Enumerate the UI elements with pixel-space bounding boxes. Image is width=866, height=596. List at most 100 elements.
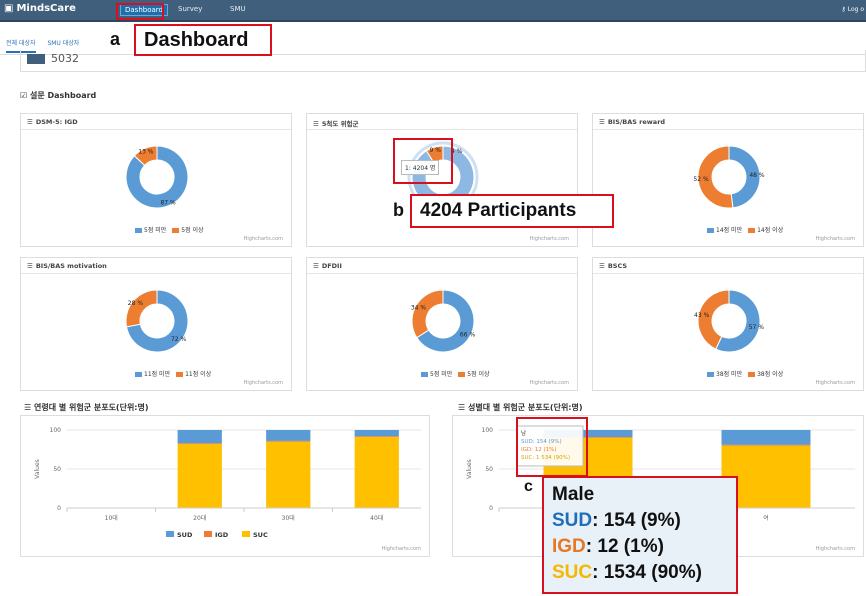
legend-item[interactable]: IGD: [215, 531, 229, 539]
y-axis-label: Values: [34, 459, 41, 479]
legend-item[interactable]: 5점 미만: [421, 371, 452, 378]
callout-c-key: SUD: [552, 510, 593, 531]
x-tick-label: 30대: [282, 514, 295, 522]
bar-suc[interactable]: [177, 444, 222, 508]
chart-credit: Highcharts.com: [529, 380, 569, 386]
callout-b-letter: b: [393, 200, 404, 220]
brand-logo[interactable]: ▣ MindsCare: [4, 3, 76, 14]
legend-item[interactable]: 11점 미만: [135, 371, 170, 378]
legend-swatch: [204, 531, 212, 537]
callout-a-letter: a: [110, 29, 121, 49]
legend-item[interactable]: 5점 이상: [172, 227, 204, 234]
callout-c-key: IGD: [552, 536, 586, 557]
total-count: 5032: [51, 52, 79, 65]
callout-c-key: SUC: [552, 562, 593, 583]
slice-label: 43 %: [694, 312, 710, 319]
legend-item[interactable]: 38점 이상: [748, 371, 783, 378]
nav-tab-survey[interactable]: Survey: [178, 5, 202, 13]
callout-c-highlight: [516, 417, 588, 477]
donut-panel: ☰ BIS/BAS motivation 72 % 28 % 11점 미만 11점 이상 H…: [20, 257, 292, 391]
callout-c-line: IGD: 12 (1%): [552, 534, 728, 560]
callout-c: Male SUD: 154 (9%) IGD: 12 (1%) SUC: 1534 …: [542, 476, 738, 594]
age-chart-title: ☰ 연령대 별 위험군 분포도(단위:명): [24, 403, 149, 412]
donut-slice[interactable]: [411, 289, 444, 339]
bar-sud[interactable]: [721, 430, 811, 445]
legend-swatch: [242, 531, 250, 537]
callout-c-letter: c: [524, 478, 533, 495]
y-tick-label: 50: [485, 466, 493, 473]
slice-label: 48 %: [749, 172, 765, 179]
callout-c-value: : 1534 (90%): [592, 562, 702, 583]
y-tick-label: 100: [482, 427, 494, 434]
y-tick-label: 0: [57, 505, 61, 512]
slice-label: 87 %: [160, 200, 176, 207]
bar-suc[interactable]: [266, 441, 311, 508]
legend-swatch: [135, 228, 142, 233]
legend-swatch: [166, 531, 174, 537]
chart-credit: Highcharts.com: [529, 236, 569, 242]
slice-label: 28 %: [128, 300, 144, 307]
logo-icon: ▣: [4, 3, 14, 14]
bar-sud[interactable]: [354, 430, 399, 437]
bar-sud[interactable]: [266, 430, 311, 441]
callout-c-title: Male: [552, 484, 595, 505]
legend-item[interactable]: SUC: [253, 531, 268, 539]
slice-label: 34 %: [411, 305, 427, 312]
nav-tab-smu[interactable]: SMU: [230, 5, 246, 13]
logout-link[interactable]: ⚷ Log o: [841, 6, 864, 13]
legend-swatch: [707, 228, 714, 233]
legend-item[interactable]: 14점 미만: [707, 227, 742, 234]
slice-label: 57 %: [749, 324, 765, 331]
legend-item[interactable]: 11점 이상: [176, 371, 211, 378]
bar-igd[interactable]: [266, 440, 311, 442]
y-tick-label: 0: [489, 505, 493, 512]
x-tick-label: 40대: [370, 514, 383, 522]
donut-legend: 11점 미만 11점 이상: [135, 369, 217, 378]
slice-label: 66 %: [460, 331, 476, 338]
age-chart-panel: 0 50 100 Values 10대 20대 30대 40대 SUD IGD SUC Highch…: [20, 415, 430, 557]
bar-sud[interactable]: [177, 430, 222, 444]
subtabs: 전체 대상자 SMU 대상자: [6, 38, 89, 53]
y-tick-label: 50: [53, 466, 61, 473]
callout-a-highlight: [116, 3, 164, 20]
age-bar-chart: 0 50 100 Values 10대 20대 30대 40대 SUD IGD SUC: [34, 427, 421, 539]
legend-swatch: [176, 372, 184, 377]
legend-swatch: [748, 228, 756, 233]
bar-igd[interactable]: [354, 436, 399, 438]
x-tick-label: 10대: [105, 514, 118, 522]
legend-item[interactable]: 38점 미만: [707, 371, 742, 378]
bar-igd[interactable]: [177, 443, 222, 445]
legend-swatch: [458, 372, 466, 377]
bar-suc[interactable]: [354, 437, 399, 508]
chart-credit: Highcharts.com: [381, 546, 421, 552]
callout-b: 4204 Participants: [410, 194, 614, 228]
section-title: ☑ 설문 Dashboard: [20, 91, 97, 100]
legend-swatch: [135, 372, 142, 377]
chart-credit: Highcharts.com: [815, 380, 855, 386]
callout-c-value: : 12 (1%): [585, 536, 664, 557]
legend-swatch: [172, 228, 180, 233]
legend-item[interactable]: 5점 미만: [135, 227, 166, 234]
donut-slice[interactable]: [125, 289, 158, 328]
slice-label: 13 %: [138, 148, 154, 155]
legend-item[interactable]: 5점 이상: [458, 371, 490, 378]
slice-label: 72 %: [171, 336, 187, 343]
legend-item[interactable]: SUD: [177, 531, 193, 539]
tab-smu-subjects[interactable]: SMU 대상자: [47, 40, 79, 47]
bar-igd[interactable]: [721, 444, 811, 446]
callout-c-value: : 154 (9%): [592, 510, 681, 531]
legend-swatch: [707, 372, 714, 377]
legend-item[interactable]: 14점 이상: [748, 227, 783, 234]
menu-icon: ☰: [458, 403, 468, 412]
donut-legend: 5점 미만 5점 이상: [421, 369, 496, 378]
donut-panel: ☰ BSCS 57 % 43 % 38점 미만 38점 이상 Highcharts.com: [592, 257, 864, 391]
callout-c-line: SUC: 1534 (90%): [552, 560, 728, 586]
callout-a: Dashboard: [134, 24, 272, 56]
y-tick-label: 100: [50, 427, 62, 434]
chart-credit: Highcharts.com: [243, 236, 283, 242]
slice-label: 52 %: [693, 176, 709, 183]
donut-panel: ☰ DSM-5: IGD 87 % 13 % 5점 미만 5점 이상 Highcharts.…: [20, 113, 292, 247]
chart-credit: Highcharts.com: [815, 236, 855, 242]
legend-swatch: [421, 372, 428, 377]
callout-b-highlight: [393, 138, 453, 184]
